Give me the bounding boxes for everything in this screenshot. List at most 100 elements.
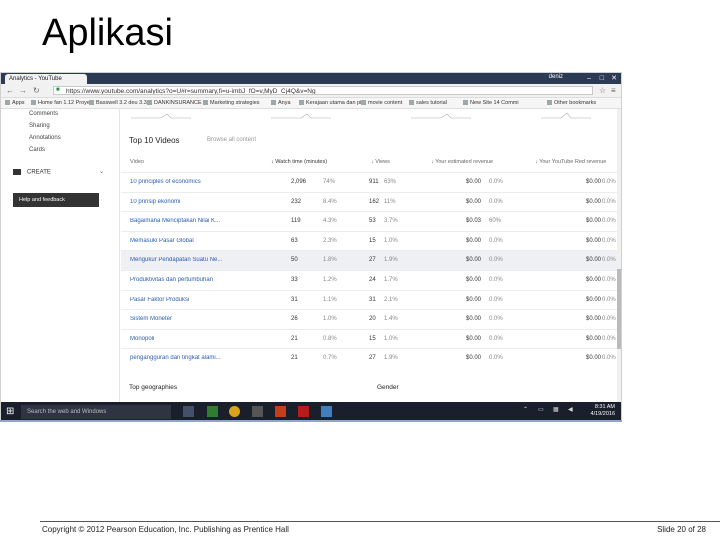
cell-red-pct: 0.0% (602, 198, 616, 205)
table-row[interactable]: pengangguran dan tingkat alami... 21 0.7% 2… (121, 348, 621, 368)
table-row[interactable]: Sistem Moneter 26 1.0% 20 1.4% $0.00 0.0% $0.00… (121, 309, 621, 329)
cell-red-pct: 0.0% (602, 237, 616, 244)
taskbar-search-input[interactable]: Search the web and Windows (21, 405, 171, 419)
sidebar-item-create[interactable]: CREATE (13, 169, 51, 176)
cell-red-pct: 0.0% (602, 179, 616, 185)
col-header-red-revenue-label: Your YouTube Red revenue (539, 159, 607, 165)
video-title-link[interactable]: Memasuki Pasar Global (130, 238, 242, 244)
bookmark-item[interactable]: Apps (5, 99, 25, 107)
cell-red: $0.00 (586, 198, 602, 205)
table-row[interactable]: Mengukur Pendapatan Suatu Ne... 50 1.8% 27 1… (121, 250, 621, 271)
cell-views-pct: 1.9% (384, 257, 398, 264)
table-row[interactable]: Memasuki Pasar Global 63 2.3% 15 1.0% $0.00 0.… (121, 230, 621, 251)
sidebar-item-cards[interactable]: Cards (29, 147, 45, 153)
table-row[interactable]: 10 principles of economics 2,096 74% 911 63%… (121, 172, 621, 192)
task-view-icon[interactable] (183, 406, 194, 417)
chrome-icon[interactable] (229, 406, 240, 417)
close-icon[interactable]: ✕ (611, 73, 617, 84)
cell-watch: 33 (291, 277, 298, 283)
chevron-down-icon[interactable]: ⌄ (99, 168, 104, 175)
forward-icon[interactable]: → (19, 86, 27, 95)
video-title-link[interactable]: Bagaimana Menciptakan Nilai K... (130, 218, 242, 224)
bookmark-item[interactable]: movie content (361, 99, 402, 107)
cell-views-pct: 3.7% (384, 218, 398, 225)
bookmark-item[interactable]: Home fan 1.12 Proyek (31, 99, 93, 107)
bookmark-icon (5, 100, 10, 106)
video-title-link[interactable]: Pasar Faktor Produksi (130, 297, 242, 303)
video-title-link[interactable]: Mengukur Pendapatan Suatu Ne... (130, 257, 242, 263)
video-title-link[interactable]: 10 principles of economics (130, 179, 242, 185)
cell-views: 15 (369, 237, 376, 244)
powerpoint-icon[interactable] (275, 406, 286, 417)
cell-watch: 232 (291, 198, 302, 205)
bookmark-item[interactable]: Marketing strategies (203, 99, 260, 107)
cell-watch-pct: 2.3% (323, 237, 337, 244)
col-header-watch-time[interactable]: ↓ Watch time (minutes) (271, 159, 327, 165)
cell-red: $0.00 (586, 218, 602, 225)
scrollbar-thumb[interactable] (617, 269, 621, 349)
bookmark-item[interactable]: Kerajaan utama dan pi (299, 99, 361, 107)
col-header-est-revenue[interactable]: ↓ Your estimated revenue (431, 159, 493, 165)
cell-watch-pct: 8.4% (323, 198, 337, 205)
url-input[interactable]: https://www.youtube.com/analytics?o=U#r=… (53, 86, 593, 95)
app-icon[interactable] (321, 406, 332, 417)
video-title-link[interactable]: pengangguran dan tingkat alami... (130, 355, 242, 361)
acrobat-icon[interactable] (298, 406, 309, 417)
bookmark-item[interactable]: Other bookmarks (547, 99, 596, 107)
tray-chevron-icon[interactable]: ⌃ (523, 406, 528, 413)
video-title-link[interactable]: 10 prinsip ekonomi (130, 199, 242, 205)
back-icon[interactable]: ← (6, 86, 14, 95)
sidebar-item-annotations[interactable]: Annotations (29, 135, 61, 141)
bookmark-item[interactable]: New Site 14 Commi (463, 99, 519, 107)
excel-icon[interactable] (207, 406, 218, 417)
menu-icon[interactable]: ≡ (611, 86, 616, 95)
windows-start-icon[interactable]: ⊞ (6, 406, 14, 418)
cell-red-pct: 0.0% (602, 316, 616, 323)
star-icon[interactable]: ☆ (599, 86, 606, 95)
cell-watch-pct: 4.3% (323, 218, 337, 225)
table-row[interactable]: 10 prinsip ekonomi 232 8.4% 162 11% $0.00 0.0%… (121, 191, 621, 212)
video-title-link[interactable]: Produktivitas dan pertumbuhan (130, 277, 242, 283)
store-icon[interactable] (252, 406, 263, 417)
sidebar-item-sharing[interactable]: Sharing (29, 123, 50, 129)
table-row[interactable]: Pasar Faktor Produksi 31 1.1% 31 2.1% $0.00 0.… (121, 289, 621, 310)
network-icon[interactable]: ▦ (553, 406, 559, 413)
taskbar-clock[interactable]: 8:31 AM 4/19/2016 (591, 404, 615, 418)
browse-all-link[interactable]: Browse all content (207, 137, 256, 143)
sidebar-item-comments[interactable]: Comments (29, 111, 58, 117)
cell-rev-pct: 0.0% (489, 355, 503, 362)
clock-time: 8:31 AM (594, 404, 615, 410)
bookmark-label: sales tutorial (416, 100, 447, 106)
bookmark-item[interactable]: Basswell 3.2 deu 3.3 s (89, 99, 151, 107)
bookmark-icon (203, 100, 208, 106)
video-title-link[interactable]: Sistem Moneter (130, 316, 242, 322)
tab-analytics[interactable]: Analytics - YouTube (5, 74, 87, 84)
sparklines (131, 112, 591, 119)
table-row[interactable]: Produktivitas dan pertumbuhan 33 1.2% 24 1.7… (121, 270, 621, 290)
col-header-views[interactable]: ↓ Views (371, 159, 390, 165)
col-header-est-revenue-label: Your estimated revenue (435, 159, 494, 165)
help-feedback-button[interactable]: Help and feedback (13, 193, 99, 207)
col-header-red-revenue[interactable]: ↓ Your YouTube Red revenue (535, 159, 606, 165)
bookmark-item[interactable]: Anya (271, 99, 291, 107)
sparkline-2 (271, 113, 331, 119)
table-row[interactable]: Monopoli 21 0.8% 15 1.0% $0.00 0.0% $0.00 0.0% (121, 328, 621, 349)
cell-watch: 119 (291, 218, 301, 225)
scrollbar[interactable] (617, 109, 621, 402)
maximize-icon[interactable]: □ (600, 73, 604, 84)
cell-rev: $0.00 (466, 355, 482, 362)
video-title-link[interactable]: Monopoli (130, 336, 242, 342)
lock-icon: ■ (56, 87, 60, 93)
notification-icon[interactable]: ▭ (538, 406, 544, 413)
table-row[interactable]: Bagaimana Menciptakan Nilai K... 119 4.3% 5… (121, 211, 621, 231)
top-geographies-title: Top geographies (129, 384, 178, 391)
reload-icon[interactable]: ↻ (33, 86, 40, 95)
col-header-video[interactable]: Video (130, 159, 144, 165)
tab-strip: Analytics - YouTube deniz – □ ✕ (1, 73, 621, 84)
bookmark-icon (409, 100, 414, 106)
bookmark-item[interactable]: sales tutorial (409, 99, 447, 107)
minimize-icon[interactable]: – (587, 73, 591, 84)
bookmark-item[interactable]: DANKINSURANCE (147, 99, 202, 107)
cell-views: 24 (369, 277, 376, 283)
volume-icon[interactable]: ◀ (568, 406, 573, 413)
